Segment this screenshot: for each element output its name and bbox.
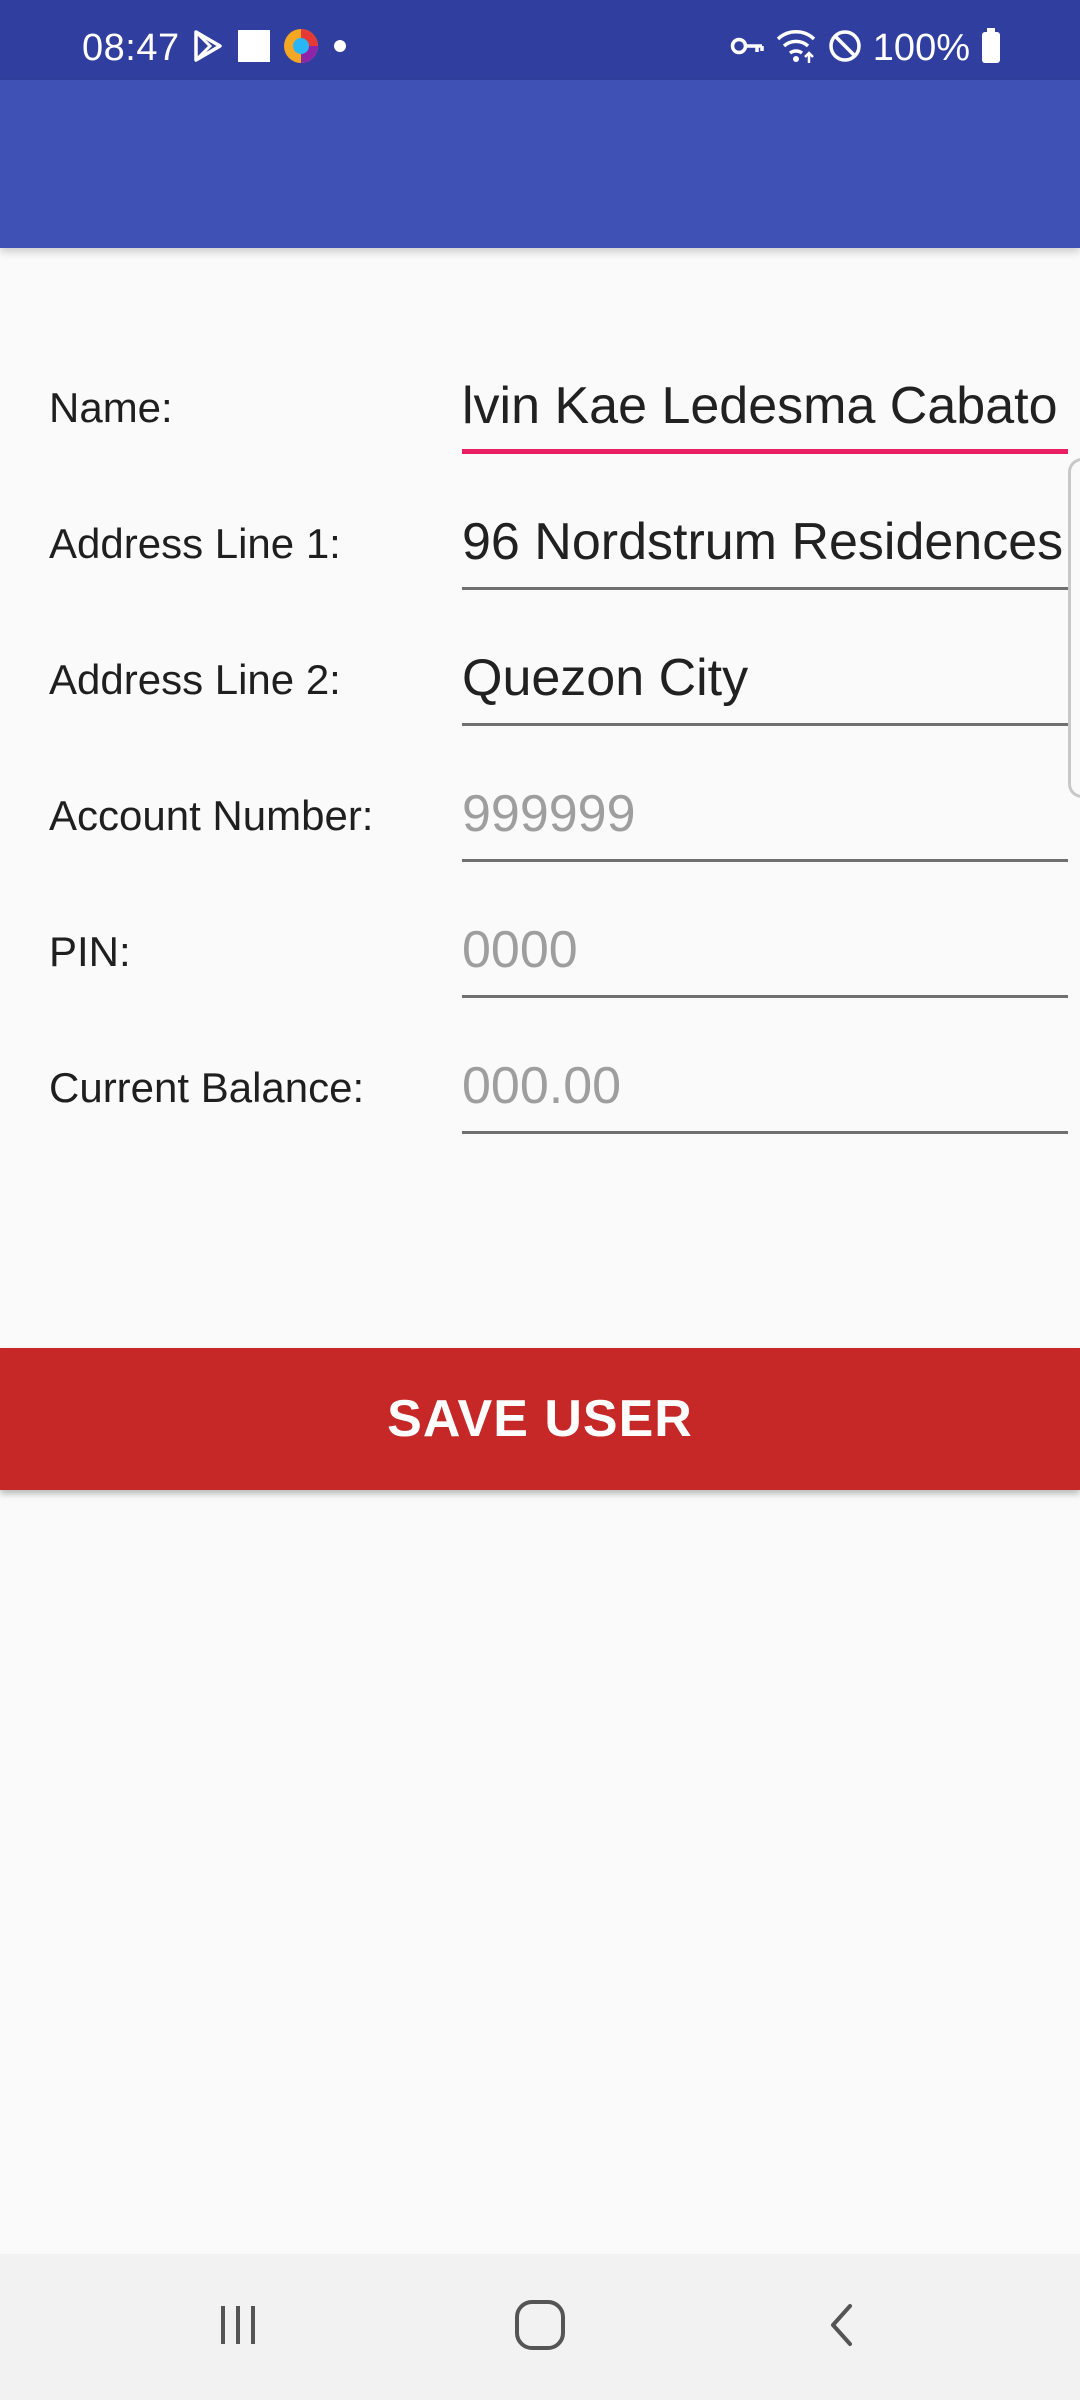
battery-percent: 100% — [872, 27, 970, 69]
home-button[interactable] — [440, 2254, 640, 2400]
pin-placeholder: 0000 — [462, 921, 578, 979]
address-line-1-label: Address Line 1: — [49, 520, 341, 567]
account-number-label: Account Number: — [49, 792, 374, 839]
do-not-disturb-icon — [827, 28, 863, 69]
recents-icon — [213, 2300, 263, 2355]
address-line-2-label: Address Line 2: — [49, 656, 341, 703]
back-icon — [817, 2300, 867, 2355]
name-row: Name: lvin Kae Ledesma Cabato — [0, 340, 1080, 476]
dot-icon — [330, 28, 350, 69]
vpn-key-icon — [729, 28, 765, 69]
address-line-2-value: Quezon City — [462, 649, 749, 707]
address-line-1-value: 96 Nordstrum Residences — [462, 513, 1064, 571]
back-button[interactable] — [742, 2254, 942, 2400]
wifi-icon — [775, 27, 817, 70]
status-left-icons — [190, 26, 350, 70]
account-number-row: Account Number: 999999 — [0, 748, 1080, 884]
address-line-1-field[interactable]: 96 Nordstrum Residences — [462, 494, 1068, 590]
current-balance-label: Current Balance: — [49, 1064, 365, 1111]
screen: 08:47 100% Name: lvin Kae Ledesma Cabato… — [0, 0, 1080, 2400]
name-field[interactable]: lvin Kae Ledesma Cabato — [462, 358, 1068, 454]
pin-row: PIN: 0000 — [0, 884, 1080, 1020]
home-icon — [512, 2297, 568, 2358]
pin-field[interactable]: 0000 — [462, 902, 1068, 998]
app-notification-icon — [282, 27, 320, 70]
address-line-2-field[interactable]: Quezon City — [462, 630, 1068, 726]
navigation-bar — [0, 2254, 1080, 2400]
app-bar — [0, 80, 1080, 248]
address-line-1-row: Address Line 1: 96 Nordstrum Residences — [0, 476, 1080, 612]
account-number-placeholder: 999999 — [462, 785, 636, 843]
status-right: 100% — [729, 26, 1002, 70]
battery-icon — [980, 27, 1002, 70]
status-bar: 08:47 100% — [0, 0, 1080, 80]
pin-label: PIN: — [49, 928, 131, 975]
status-time: 08:47 — [82, 27, 180, 69]
account-number-field[interactable]: 999999 — [462, 766, 1068, 862]
current-balance-field[interactable]: 000.00 — [462, 1038, 1068, 1134]
name-value: lvin Kae Ledesma Cabato — [462, 377, 1058, 435]
play-store-icon — [190, 28, 226, 69]
scroll-edge-indicator — [1068, 458, 1080, 798]
current-balance-placeholder: 000.00 — [462, 1057, 622, 1115]
name-label: Name: — [49, 384, 173, 431]
recents-button[interactable] — [138, 2254, 338, 2400]
current-balance-row: Current Balance: 000.00 — [0, 1020, 1080, 1156]
address-line-2-row: Address Line 2: Quezon City — [0, 612, 1080, 748]
save-user-button[interactable]: SAVE USER — [0, 1348, 1080, 1490]
square-notification-icon — [236, 28, 272, 69]
